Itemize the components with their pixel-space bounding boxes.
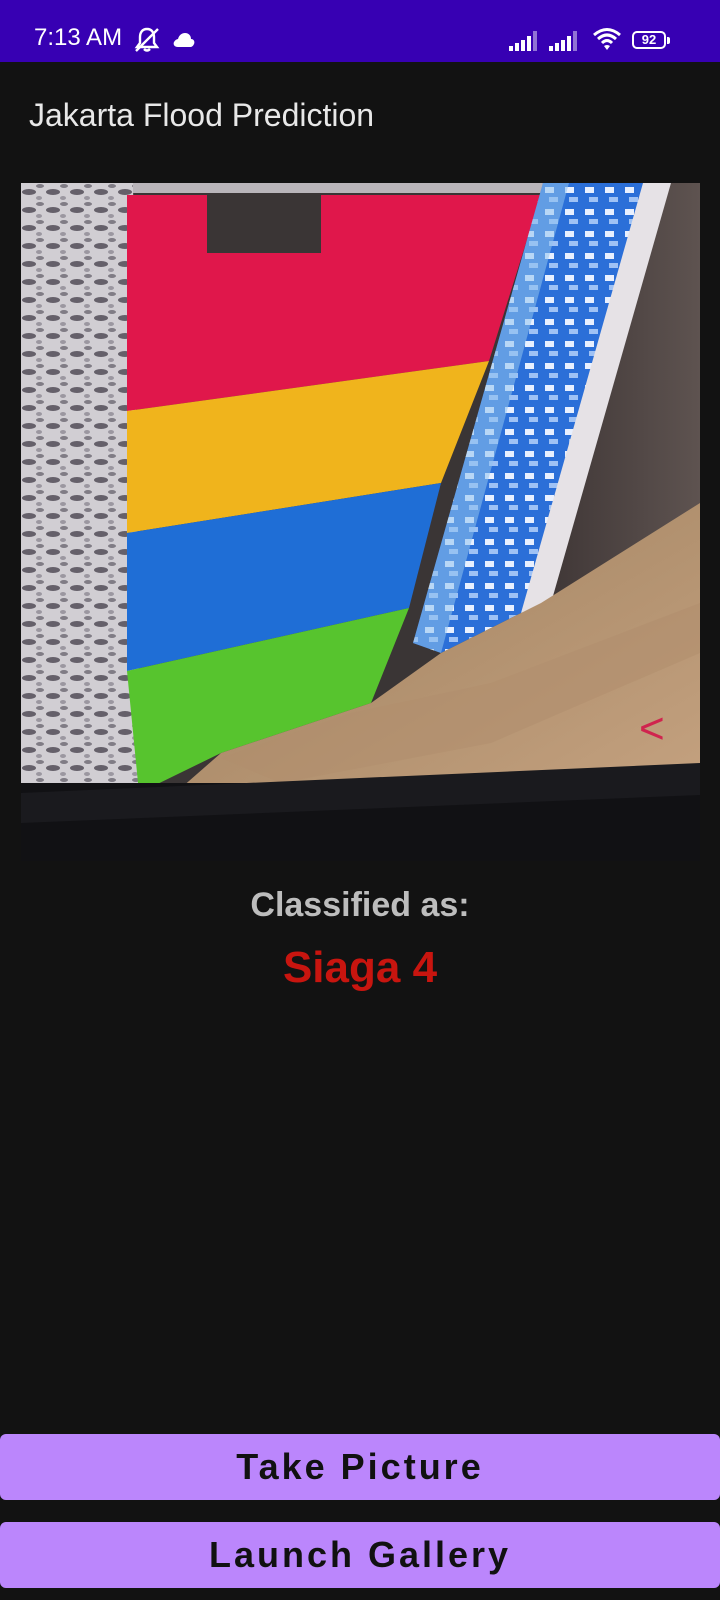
- mute-icon: [134, 27, 160, 52]
- battery-icon: 92: [632, 31, 672, 51]
- wifi-icon: [593, 28, 621, 50]
- cloud-icon: [173, 33, 195, 47]
- battery-level: 92: [641, 32, 657, 47]
- signal-icon: [509, 31, 537, 51]
- photo-preview: <: [21, 183, 700, 861]
- signal-icon: [549, 31, 577, 51]
- status-bar: 7:13 AM 92: [0, 0, 720, 62]
- classified-label: Classified as:: [250, 886, 470, 924]
- water-mark-glyph: <: [639, 704, 665, 753]
- status-time: 7:13 AM: [34, 24, 123, 51]
- take-picture-button[interactable]: Take Picture: [0, 1434, 720, 1500]
- launch-gallery-button[interactable]: Launch Gallery: [0, 1522, 720, 1588]
- classification-result: Siaga 4: [282, 943, 438, 992]
- app-title: Jakarta Flood Prediction: [29, 97, 375, 133]
